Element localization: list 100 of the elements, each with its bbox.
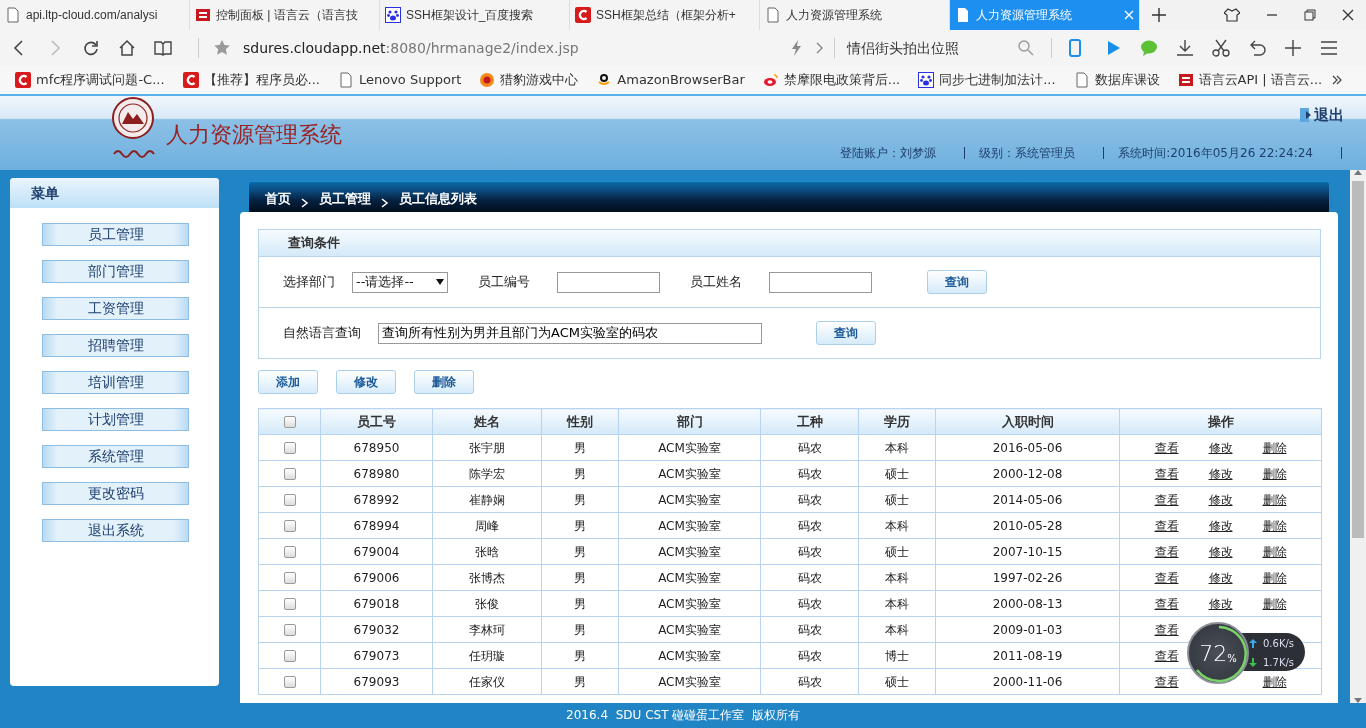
home-icon[interactable]: [118, 39, 136, 57]
checkbox[interactable]: [283, 494, 296, 506]
menu-item[interactable]: 计划管理: [42, 408, 189, 431]
scrollbar-thumb[interactable]: [1352, 181, 1364, 538]
bookmark-link[interactable]: Lenovo Support: [328, 70, 471, 90]
close-icon[interactable]: [1342, 9, 1354, 21]
checkbox[interactable]: [283, 442, 296, 454]
chevron-icon[interactable]: [1331, 74, 1344, 86]
action-button[interactable]: 添加: [258, 370, 318, 394]
row-action-link[interactable]: 删除: [1262, 674, 1287, 689]
logout-link[interactable]: 退出: [1300, 104, 1344, 127]
action-button[interactable]: 修改: [336, 370, 396, 394]
row-action-link[interactable]: 查看: [1154, 596, 1179, 611]
row-action-link[interactable]: 修改: [1208, 518, 1233, 533]
checkbox[interactable]: [283, 546, 296, 558]
row-action-link[interactable]: 删除: [1262, 440, 1287, 455]
chat-icon[interactable]: [1140, 39, 1158, 57]
phone-icon[interactable]: [1066, 39, 1084, 57]
action-button[interactable]: 删除: [414, 370, 474, 394]
menu-item[interactable]: 员工管理: [42, 223, 189, 246]
menu-item[interactable]: 部门管理: [42, 260, 189, 283]
reload-icon[interactable]: [82, 39, 100, 57]
menu-item[interactable]: 工资管理: [42, 297, 189, 320]
checkbox[interactable]: [283, 650, 296, 662]
row-action-link[interactable]: 查看: [1154, 544, 1179, 559]
row-action-link[interactable]: 删除: [1262, 544, 1287, 559]
star-icon[interactable]: [213, 39, 231, 57]
table-cell: 码农: [797, 440, 822, 455]
table-cell: 男: [574, 440, 586, 455]
download-icon[interactable]: [1176, 39, 1194, 57]
field-label: 员工姓名: [690, 273, 742, 292]
checkbox[interactable]: [283, 624, 296, 636]
row-action-link[interactable]: 删除: [1262, 596, 1287, 611]
plus-icon[interactable]: [1152, 8, 1166, 22]
upload-speed: 0.6K/s: [1263, 637, 1295, 651]
book-icon[interactable]: [154, 39, 172, 57]
column-header: 性别: [567, 413, 593, 429]
undo-icon[interactable]: [1248, 39, 1266, 57]
bookmark-link[interactable]: mfc程序调试问题-C...: [6, 70, 174, 90]
row-action-link[interactable]: 删除: [1262, 492, 1287, 507]
table-cell: ACM实验室: [658, 570, 721, 585]
text-field[interactable]: [557, 271, 660, 293]
table-cell: 码农: [797, 596, 822, 611]
scissors-icon[interactable]: [1212, 39, 1230, 57]
breadcrumb-item[interactable]: 首页: [265, 188, 291, 208]
bookmark-link[interactable]: 同步七进制加法计...: [909, 70, 1065, 90]
checkbox[interactable]: [283, 572, 296, 584]
table-cell: 679032: [353, 622, 400, 637]
row-action-link[interactable]: 修改: [1208, 492, 1233, 507]
query-button[interactable]: 查询: [927, 270, 987, 294]
scroll-down-icon[interactable]: [1354, 698, 1362, 703]
row-action-link[interactable]: 查看: [1154, 674, 1179, 689]
row-action-link[interactable]: 删除: [1262, 518, 1287, 533]
address-field[interactable]: sdures.cloudapp.net:8080/hrmanage2/index.jsp: [243, 37, 788, 59]
menu-icon[interactable]: [1320, 39, 1338, 57]
row-action-link[interactable]: 修改: [1208, 596, 1233, 611]
checkbox[interactable]: [283, 468, 296, 480]
bookmark-link[interactable]: 语言云API | 语言云...: [1168, 70, 1332, 90]
menu-item[interactable]: 系统管理: [42, 445, 189, 468]
row-action-link[interactable]: 查看: [1154, 648, 1179, 663]
department-select[interactable]: --请选择--: [352, 271, 448, 293]
row-action-link[interactable]: 删除: [1262, 466, 1287, 481]
row-action-link[interactable]: 修改: [1208, 544, 1233, 559]
row-action-link[interactable]: 查看: [1154, 492, 1179, 507]
checkbox[interactable]: [283, 598, 296, 610]
bookmark-link[interactable]: 数据库课设: [1064, 70, 1169, 90]
row-action-link[interactable]: 修改: [1208, 440, 1233, 455]
menu-item[interactable]: 培训管理: [42, 371, 189, 394]
menu-item[interactable]: 招聘管理: [42, 334, 189, 357]
search-field[interactable]: 情侣街头拍出位照: [847, 37, 1017, 59]
query-button[interactable]: 查询: [816, 321, 876, 345]
table-cell: 678950: [353, 440, 400, 455]
plus-icon[interactable]: [1284, 39, 1302, 57]
menu-item[interactable]: 更改密码: [42, 482, 189, 505]
breadcrumb-item[interactable]: 员工管理: [319, 188, 371, 208]
restore-icon[interactable]: [1304, 9, 1316, 21]
row-action-link[interactable]: 查看: [1154, 622, 1179, 637]
checkbox[interactable]: [283, 676, 296, 688]
menu-item[interactable]: 退出系统: [42, 519, 189, 542]
row-action-link[interactable]: 修改: [1208, 570, 1233, 585]
query-field[interactable]: 查询所有性别为男并且部门为ACM实验室的码农: [378, 322, 762, 344]
search-icon[interactable]: [1017, 39, 1035, 57]
bookmark-link[interactable]: 【推荐】程序员必...: [173, 70, 329, 90]
shirt-icon[interactable]: [1224, 8, 1240, 22]
row-action-link[interactable]: 查看: [1154, 466, 1179, 481]
text-field[interactable]: [769, 271, 872, 293]
row-action-link[interactable]: 查看: [1154, 570, 1179, 585]
checkbox[interactable]: [283, 520, 296, 532]
bookmark-link[interactable]: AmazonBrowserBar: [587, 70, 754, 90]
bookmark-link[interactable]: 猎豹游戏中心: [470, 70, 588, 90]
column-header: 学历: [884, 413, 910, 429]
bookmark-link[interactable]: 禁摩限电政策背后...: [753, 70, 910, 90]
table-cell: 码农: [797, 518, 822, 533]
c-logo-icon: [15, 72, 31, 88]
row-action-link[interactable]: 修改: [1208, 466, 1233, 481]
table-cell: 678992: [353, 492, 400, 507]
checkbox[interactable]: [283, 416, 296, 429]
row-action-link[interactable]: 查看: [1154, 518, 1179, 533]
row-action-link[interactable]: 删除: [1262, 570, 1287, 585]
row-action-link[interactable]: 查看: [1154, 440, 1179, 455]
